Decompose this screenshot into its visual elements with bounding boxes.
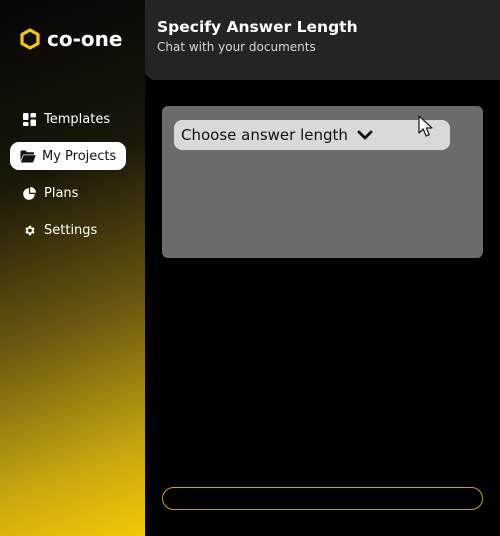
logo[interactable]: co-one [19, 27, 122, 51]
sidebar-item-plans[interactable]: Plans [10, 179, 126, 207]
sidebar-item-my-projects[interactable]: My Projects [10, 142, 126, 170]
logo-text: co-one [47, 27, 123, 51]
answer-length-dropdown[interactable]: Choose answer length [174, 120, 450, 150]
sidebar-item-label: Plans [44, 185, 79, 201]
chevron-down-icon [357, 130, 373, 141]
dropdown-label: Choose answer length [181, 126, 348, 144]
grid-icon [22, 112, 36, 126]
gear-icon [22, 223, 36, 237]
sidebar-item-settings[interactable]: Settings [10, 216, 126, 244]
hexagon-logo-icon [19, 28, 41, 50]
page-title: Specify Answer Length [157, 18, 358, 36]
page-subtitle: Chat with your documents [157, 40, 316, 54]
page-header: Specify Answer Length Chat with your doc… [145, 0, 500, 80]
sidebar-item-templates[interactable]: Templates [10, 105, 126, 133]
sidebar-nav: Templates My Projects Plans Settings [10, 105, 126, 253]
pie-chart-icon [22, 186, 36, 200]
sidebar-item-label: Templates [44, 111, 111, 127]
app-window: co-one Templates My Projects Plans Setti… [0, 0, 500, 536]
folder-icon [20, 149, 36, 163]
mouse-cursor-icon [417, 115, 437, 143]
sidebar-item-label: Settings [44, 222, 98, 238]
sidebar: co-one Templates My Projects Plans Setti… [0, 0, 145, 536]
chat-input[interactable] [162, 487, 483, 510]
sidebar-item-label: My Projects [42, 148, 117, 164]
